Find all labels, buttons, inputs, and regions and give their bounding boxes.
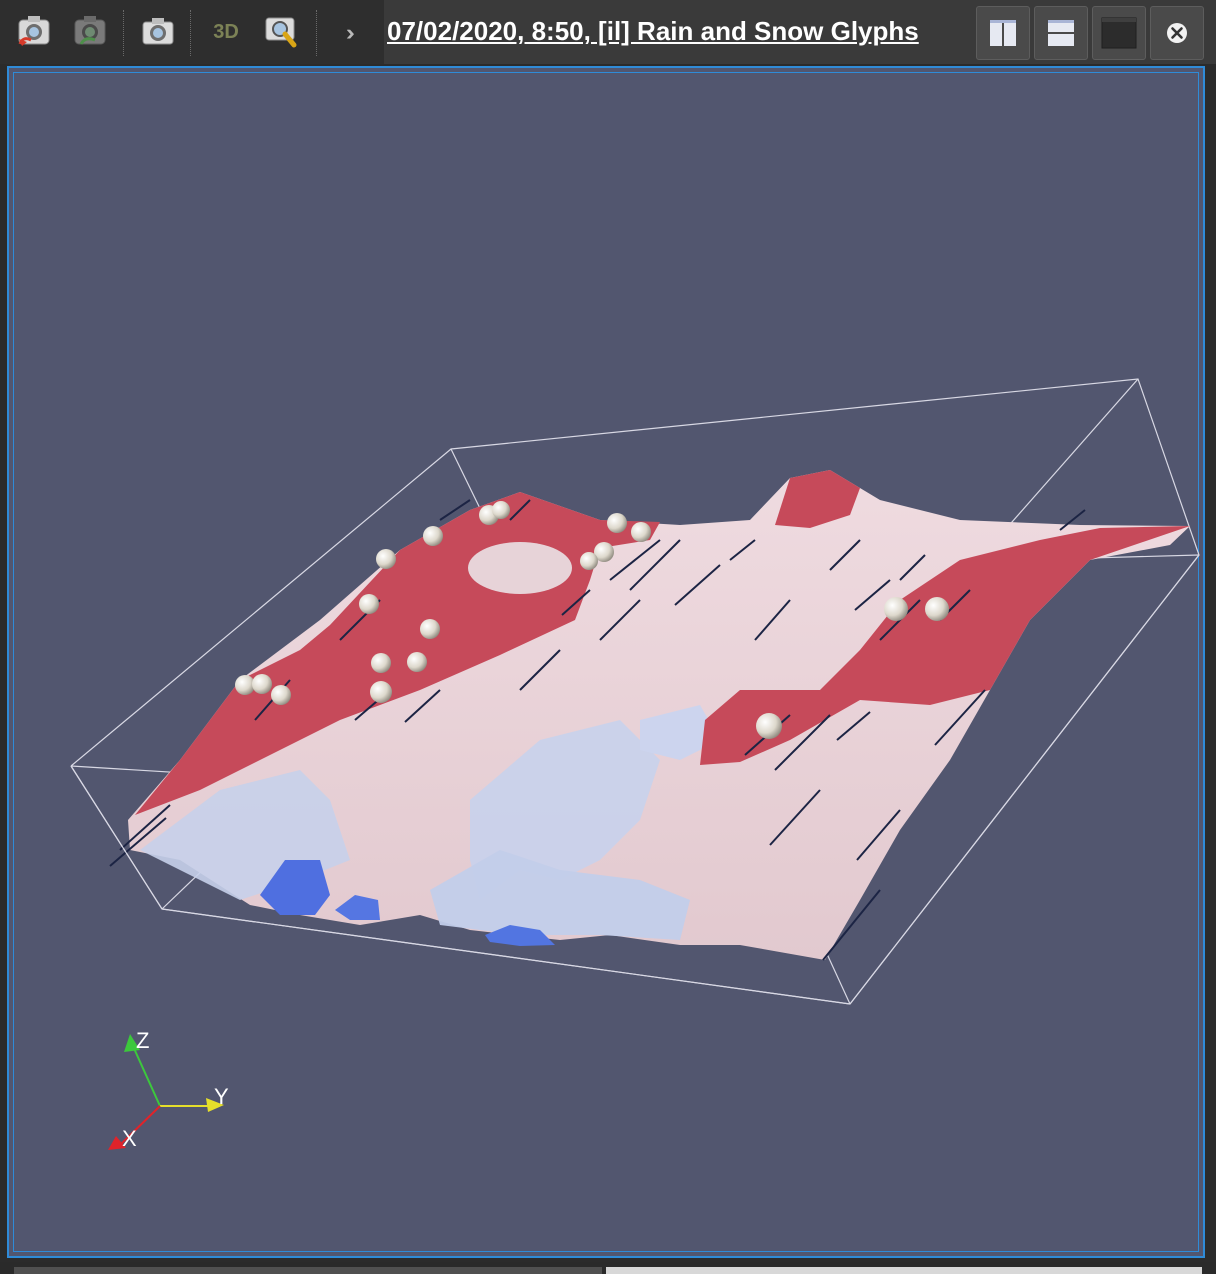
viewport-frame [13,72,1199,1252]
toggle-3d-button[interactable]: 3D [206,12,246,52]
camera-icon [142,18,174,45]
maximize-icon [1101,17,1137,49]
render-viewport[interactable] [7,66,1205,1258]
split-horizontal-icon [1048,20,1074,46]
scrollbar-thumb[interactable] [606,1267,1202,1274]
view-toolbar: 3D ›› 07/02/2020, 8:50, [il] Rain and Sn… [0,0,1216,64]
toolbar-separator [123,10,124,56]
double-chevron-icon[interactable]: ›› [346,20,354,46]
toggle-3d-label: 3D [213,20,239,43]
split-vertical-button[interactable] [1034,6,1088,60]
toolbar-separator [190,10,191,56]
axis-y-label: Y [214,1084,229,1109]
undo-camera-button[interactable] [70,12,110,52]
magnify-icon [265,17,297,48]
close-icon [1167,23,1187,43]
camera-undo-icon [74,16,106,45]
scrollbar-track[interactable] [14,1267,602,1274]
split-horizontal-button[interactable] [976,6,1030,60]
axis-z-label: Z [136,1028,150,1053]
snapshot-button[interactable] [138,12,178,52]
axis-x-label: X [122,1126,137,1151]
camera-reset-icon [18,16,50,46]
toolbar-button-group [0,0,384,64]
zoom-to-box-button[interactable] [262,12,302,52]
split-vertical-icon [990,20,1016,46]
toolbar-separator [316,10,317,56]
maximize-button[interactable] [1092,6,1146,60]
view-title: 07/02/2020, 8:50, [il] Rain and Snow Gly… [387,16,919,46]
reset-camera-button[interactable] [14,12,54,52]
close-view-button[interactable] [1150,6,1204,60]
